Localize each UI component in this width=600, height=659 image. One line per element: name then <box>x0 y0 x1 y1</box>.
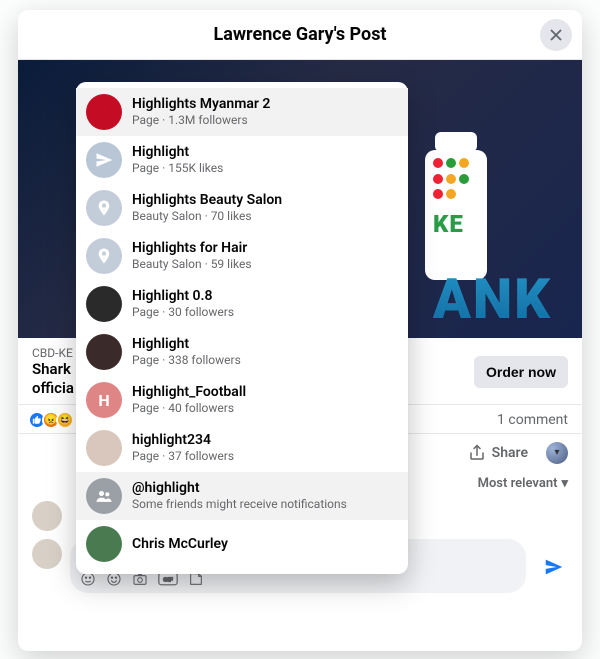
suggestion-meta: Beauty Salon · 70 likes <box>132 209 282 223</box>
link-title-left: Shark <box>32 360 71 378</box>
close-button[interactable] <box>540 19 572 51</box>
mention-suggestions: Highlights Myanmar 2Page · 1.3M follower… <box>76 82 408 574</box>
suggestion-item[interactable]: Chris McCurley <box>76 520 408 568</box>
my-avatar[interactable] <box>32 539 62 569</box>
suggestion-avatar <box>86 142 122 178</box>
close-icon <box>547 26 565 44</box>
suggestion-avatar: H <box>86 382 122 418</box>
order-now-button[interactable]: Order now <box>474 356 568 388</box>
chevron-down-icon: ▾ <box>561 476 568 491</box>
reactions-cluster[interactable]: 😠 😆 <box>32 411 74 429</box>
suggestion-avatar <box>86 526 122 562</box>
suggestion-meta: Page · 338 followers <box>132 353 241 367</box>
suggestion-item[interactable]: highlight234Page · 37 followers <box>76 424 408 472</box>
suggestion-name: @highlight <box>132 480 347 497</box>
share-icon <box>468 444 486 462</box>
modal-title: Lawrence Gary's Post <box>213 24 386 45</box>
bottle-label: KE <box>433 210 464 238</box>
voice-selector[interactable]: ▾ <box>546 442 568 464</box>
suggestion-item[interactable]: Highlights Beauty SalonBeauty Salon · 70… <box>76 184 408 232</box>
image-text-ank: ANK <box>433 266 552 332</box>
suggestion-meta: Some friends might receive notifications <box>132 497 347 511</box>
share-label: Share <box>492 445 528 461</box>
share-button[interactable]: Share <box>460 438 536 468</box>
suggestion-name: Highlight <box>132 336 241 353</box>
suggestion-name: Highlights for Hair <box>132 240 252 257</box>
suggestion-avatar <box>86 190 122 226</box>
suggestion-name: Highlight <box>132 144 223 161</box>
post-modal: Lawrence Gary's Post KE ANK CBD-KE Shark… <box>18 10 582 651</box>
suggestion-item[interactable]: Highlights Myanmar 2Page · 1.3M follower… <box>76 88 408 136</box>
suggestion-name: Highlights Myanmar 2 <box>132 96 270 113</box>
modal-header: Lawrence Gary's Post <box>18 10 582 60</box>
suggestion-name: Highlight_Football <box>132 384 246 401</box>
suggestion-item[interactable]: Highlight 0.8Page · 30 followers <box>76 280 408 328</box>
suggestion-meta: Page · 155K likes <box>132 161 223 175</box>
suggestion-name: highlight234 <box>132 432 234 449</box>
product-bottle: KE <box>425 150 487 280</box>
comment-count[interactable]: 1 comment <box>497 412 568 428</box>
commenter-avatar[interactable] <box>32 501 62 531</box>
suggestion-meta: Beauty Salon · 59 likes <box>132 257 252 271</box>
suggestion-meta: Page · 40 followers <box>132 401 246 415</box>
suggestion-avatar <box>86 430 122 466</box>
suggestion-name: Highlights Beauty Salon <box>132 192 282 209</box>
suggestion-item[interactable]: @highlightSome friends might receive not… <box>76 472 408 520</box>
suggestion-item[interactable]: H Highlight_FootballPage · 40 followers <box>76 376 408 424</box>
suggestion-avatar <box>86 286 122 322</box>
send-button[interactable] <box>540 553 568 581</box>
send-icon <box>543 556 565 578</box>
suggestion-avatar <box>86 334 122 370</box>
suggestion-name: Chris McCurley <box>132 536 228 553</box>
suggestion-avatar <box>86 478 122 514</box>
suggestion-item[interactable]: HighlightPage · 155K likes <box>76 136 408 184</box>
sort-label: Most relevant <box>478 476 558 491</box>
suggestion-avatar <box>86 94 122 130</box>
haha-icon: 😆 <box>56 411 74 429</box>
svg-text:GIF: GIF <box>163 577 173 583</box>
suggestion-name: Highlight 0.8 <box>132 288 234 305</box>
suggestion-meta: Page · 30 followers <box>132 305 234 319</box>
suggestion-meta: Page · 1.3M followers <box>132 113 270 127</box>
suggestion-item[interactable]: HighlightPage · 338 followers <box>76 328 408 376</box>
link-title-line2: officia <box>32 379 74 397</box>
suggestion-avatar <box>86 238 122 274</box>
suggestion-item[interactable]: Highlights for HairBeauty Salon · 59 lik… <box>76 232 408 280</box>
suggestion-meta: Page · 37 followers <box>132 449 234 463</box>
